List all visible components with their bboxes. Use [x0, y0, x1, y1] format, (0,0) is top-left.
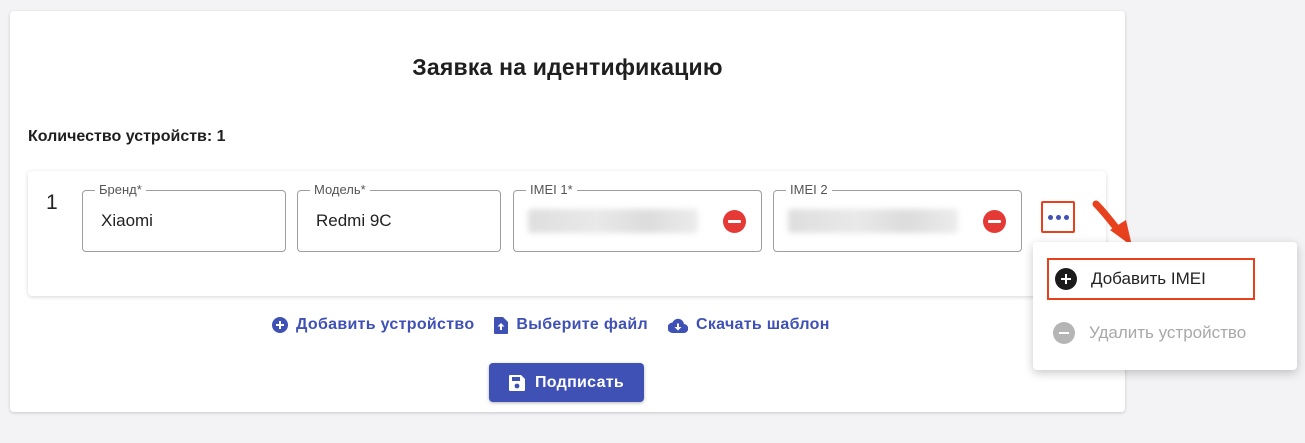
- remove-circle-icon: [1053, 322, 1075, 344]
- imei1-field[interactable]: IMEI 1*: [513, 183, 762, 252]
- add-device-button[interactable]: Добавить устройство: [272, 316, 474, 334]
- device-options-menu: Добавить IMEI Удалить устройство: [1033, 242, 1297, 370]
- cloud-download-icon: [667, 318, 688, 333]
- imei2-field[interactable]: IMEI 2: [773, 183, 1022, 252]
- brand-field[interactable]: Бренд* Xiaomi: [82, 183, 286, 252]
- device-count: Количество устройств: 1: [28, 128, 226, 145]
- more-dots-icon: [1047, 214, 1053, 220]
- choose-file-button[interactable]: Выберите файл: [494, 316, 648, 334]
- model-field[interactable]: Модель* Redmi 9C: [297, 183, 501, 252]
- menu-item-delete-device[interactable]: Удалить устройство: [1053, 312, 1246, 354]
- form-actions: Добавить устройство Выберите файл Скачат…: [272, 314, 830, 336]
- device-row-card: 1 Бренд* Xiaomi Модель* Redmi 9C IMEI 1*…: [28, 171, 1106, 296]
- add-circle-icon: [1055, 268, 1077, 290]
- brand-field-label: Бренд*: [95, 183, 146, 197]
- download-template-button[interactable]: Скачать шаблон: [667, 316, 830, 334]
- remove-imei1-icon[interactable]: [723, 210, 746, 233]
- file-upload-icon: [494, 316, 509, 334]
- page-title: Заявка на идентификацию: [412, 54, 723, 80]
- imei2-field-label: IMEI 2: [786, 183, 832, 197]
- model-field-label: Модель*: [310, 183, 370, 197]
- device-row-number: 1: [46, 191, 58, 214]
- more-options-button[interactable]: [1041, 201, 1075, 233]
- remove-imei2-icon[interactable]: [983, 210, 1006, 233]
- sign-button[interactable]: Подписать: [489, 363, 644, 402]
- brand-field-value: Xiaomi: [101, 211, 153, 230]
- imei1-field-label: IMEI 1*: [526, 183, 577, 197]
- save-icon: [508, 374, 525, 391]
- menu-item-add-imei[interactable]: Добавить IMEI: [1047, 258, 1255, 300]
- imei2-redacted-value: [788, 209, 958, 233]
- add-circle-icon: [272, 317, 288, 333]
- identification-form-card: Заявка на идентификацию Количество устро…: [10, 11, 1125, 412]
- model-field-value: Redmi 9C: [316, 211, 392, 230]
- imei1-redacted-value: [528, 209, 698, 233]
